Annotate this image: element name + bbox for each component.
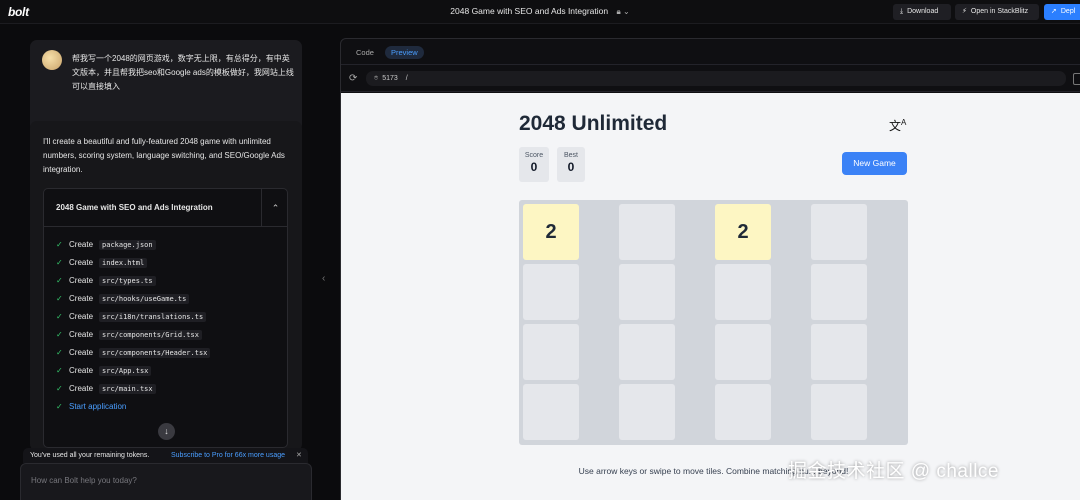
open-stackblitz-button[interactable]: ⚡︎ Open in StackBlitz xyxy=(955,4,1039,20)
score-box: Score 0 xyxy=(519,147,549,182)
step-item: ✓ Create index.html xyxy=(56,254,281,272)
address-bar: ⟳ ⌾ 5173 / xyxy=(341,65,1080,92)
subscribe-link[interactable]: Subscribe to Pro for 66x more usage xyxy=(171,448,285,463)
chevron-up-icon[interactable]: ⌃ xyxy=(261,189,287,227)
board-tile: 2 xyxy=(523,204,579,260)
download-icon: ⤓ xyxy=(900,8,904,15)
check-icon: ✓ xyxy=(56,312,63,321)
step-file[interactable]: src/components/Grid.tsx xyxy=(99,330,202,340)
step-file[interactable]: src/i18n/translations.ts xyxy=(99,312,207,322)
step-file[interactable]: src/components/Header.tsx xyxy=(99,348,211,358)
board-tile xyxy=(619,384,675,440)
artifact-card: 2048 Game with SEO and Ads Integration ⌃… xyxy=(43,188,288,448)
step-file[interactable]: index.html xyxy=(99,258,148,268)
board-tile xyxy=(715,264,771,320)
best-box: Best 0 xyxy=(557,147,585,182)
step-start-application[interactable]: ✓ Start application xyxy=(56,398,281,416)
board-tile xyxy=(523,384,579,440)
assistant-message: I'll create a beautiful and fully-featur… xyxy=(30,121,302,451)
token-notice-text: You've used all your remaining tokens. xyxy=(30,452,150,459)
devices-icon[interactable] xyxy=(1073,73,1080,85)
lightning-icon: ⚡︎ xyxy=(962,8,967,15)
check-icon: ✓ xyxy=(56,258,63,267)
check-icon: ✓ xyxy=(56,348,63,357)
deploy-label: Depl xyxy=(1060,8,1076,15)
best-value: 0 xyxy=(567,160,575,174)
step-item: ✓ Create src/components/Header.tsx xyxy=(56,344,281,362)
avatar xyxy=(42,50,62,70)
reload-icon[interactable]: ⟳ xyxy=(349,73,357,84)
scroll-down-icon[interactable]: ↓ xyxy=(158,423,175,440)
step-item: ✓ Create package.json xyxy=(56,236,281,254)
board-tile xyxy=(715,324,771,380)
lock-icon[interactable]: 🔒︎ ⌄ xyxy=(617,7,630,16)
url-input[interactable]: ⌾ 5173 / xyxy=(366,71,1066,86)
artifact-title: 2048 Game with SEO and Ads Integration xyxy=(56,203,213,212)
new-game-button[interactable]: New Game xyxy=(842,152,907,175)
board-tile xyxy=(811,384,867,440)
board-tile xyxy=(715,384,771,440)
workbench-tabs: Code Preview xyxy=(341,39,1080,65)
artifact-steps: ✓ Create package.json ✓ Create index.html ✓ C… xyxy=(56,236,281,416)
check-icon: ✓ xyxy=(56,294,63,303)
board-tile xyxy=(523,264,579,320)
board-tile xyxy=(619,324,675,380)
step-item: ✓ Create src/main.tsx xyxy=(56,380,281,398)
score-value: 0 xyxy=(530,160,538,174)
check-icon: ✓ xyxy=(56,330,63,339)
token-notice: You've used all your remaining tokens. S… xyxy=(23,448,308,463)
step-file[interactable]: src/main.tsx xyxy=(99,384,156,394)
download-label: Download xyxy=(907,8,939,15)
url-path: / xyxy=(405,75,408,82)
check-icon: ✓ xyxy=(56,402,63,411)
port-icon: ⌾ xyxy=(374,75,379,82)
game-board[interactable]: 22 xyxy=(519,200,908,445)
preview-frame: 2048 Unlimited 文A Score 0 Best 0 New Gam… xyxy=(341,93,1080,500)
rocket-icon: ➚ xyxy=(1051,8,1057,15)
tab-code[interactable]: Code xyxy=(350,46,380,59)
project-title-text: 2048 Game with SEO and Ads Integration xyxy=(450,6,609,16)
prompt-placeholder: How can Bolt help you today? xyxy=(31,476,137,485)
prompt-input[interactable]: How can Bolt help you today? xyxy=(20,463,312,500)
step-item: ✓ Create src/types.ts xyxy=(56,272,281,290)
board-tile xyxy=(619,264,675,320)
top-bar: bolt 2048 Game with SEO and Ads Integrat… xyxy=(0,0,1080,24)
download-button[interactable]: ⤓ Download xyxy=(893,4,951,20)
step-item: ✓ Create src/i18n/translations.ts xyxy=(56,308,281,326)
url-port: 5173 xyxy=(382,75,398,82)
chevron-left-icon[interactable]: ‹ xyxy=(322,273,325,284)
board-tile xyxy=(523,324,579,380)
score-label: Score xyxy=(524,152,544,159)
step-file[interactable]: src/App.tsx xyxy=(99,366,152,376)
check-icon: ✓ xyxy=(56,366,63,375)
step-file[interactable]: package.json xyxy=(99,240,156,250)
assistant-message-text: I'll create a beautiful and fully-featur… xyxy=(43,137,285,174)
step-item: ✓ Create src/components/Grid.tsx xyxy=(56,326,281,344)
step-file[interactable]: src/hooks/useGame.ts xyxy=(99,294,190,304)
step-file[interactable]: src/types.ts xyxy=(99,276,156,286)
step-item: ✓ Create src/hooks/useGame.ts xyxy=(56,290,281,308)
user-message-text: 帮我写一个2048的网页游戏，数字无上限，有总得分，有中英文版本，并且帮我把se… xyxy=(72,54,294,91)
check-icon: ✓ xyxy=(56,240,63,249)
best-label: Best xyxy=(563,152,578,159)
workbench: Code Preview ⟳ ⌾ 5173 / 2048 Unlimited 文A … xyxy=(340,38,1080,500)
board-tile: 2 xyxy=(715,204,771,260)
chat-panel: 帮我写一个2048的网页游戏，数字无上限，有总得分，有中英文版本，并且帮我把se… xyxy=(0,24,312,500)
user-message: 帮我写一个2048的网页游戏，数字无上限，有总得分，有中英文版本，并且帮我把se… xyxy=(30,40,302,132)
watermark: 掘金技术社区 @ challce xyxy=(788,461,999,482)
board-tile xyxy=(811,264,867,320)
close-icon[interactable]: ✕ xyxy=(296,448,302,463)
translate-icon[interactable]: 文A xyxy=(889,117,906,134)
deploy-button[interactable]: ➚ Depl xyxy=(1044,4,1080,20)
board-tile xyxy=(811,204,867,260)
board-tile xyxy=(811,324,867,380)
page-title: 2048 Unlimited xyxy=(519,112,668,135)
step-item: ✓ Create src/App.tsx xyxy=(56,362,281,380)
tab-preview[interactable]: Preview xyxy=(385,46,424,59)
check-icon: ✓ xyxy=(56,276,63,285)
artifact-header[interactable]: 2048 Game with SEO and Ads Integration ⌃ xyxy=(44,189,287,227)
check-icon: ✓ xyxy=(56,384,63,393)
board-tile xyxy=(619,204,675,260)
stackblitz-label: Open in StackBlitz xyxy=(970,8,1029,15)
